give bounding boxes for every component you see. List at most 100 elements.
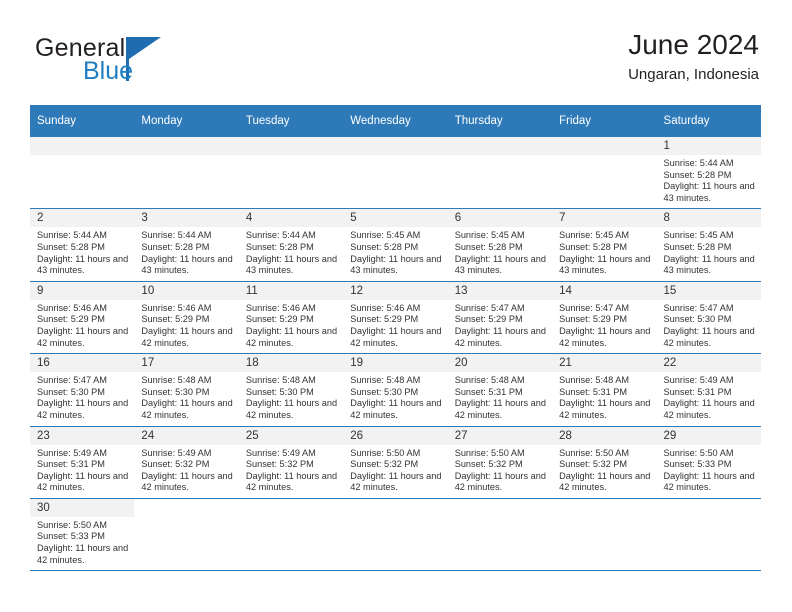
daylight-text: Daylight: 11 hours and 43 minutes.	[663, 253, 755, 276]
calendar-day-cell[interactable]: 25 Sunrise: 5:49 AM Sunset: 5:32 PM Dayligh…	[238, 426, 344, 499]
calendar-day-cell[interactable]: 28 Sunrise: 5:50 AM Sunset: 5:32 PM Dayligh…	[552, 426, 657, 499]
calendar-day-cell[interactable]: 19 Sunrise: 5:48 AM Sunset: 5:30 PM Dayligh…	[343, 353, 448, 427]
daylight-text: Daylight: 11 hours and 43 minutes.	[559, 253, 651, 276]
calendar-day-cell[interactable]: 30 Sunrise: 5:50 AM Sunset: 5:33 PM Dayligh…	[30, 498, 135, 572]
day-number: 10	[134, 281, 239, 300]
calendar-day-cell[interactable]: 21 Sunrise: 5:48 AM Sunset: 5:31 PM Dayligh…	[552, 353, 657, 427]
day-details: Sunrise: 5:44 AM Sunset: 5:28 PM Daylight:…	[657, 155, 761, 208]
sunset-text: Sunset: 5:28 PM	[350, 241, 419, 252]
calendar-day-cell[interactable]: 5 Sunrise: 5:45 AM Sunset: 5:28 PM Daylight…	[343, 208, 448, 282]
calendar-day-cell-empty	[343, 137, 448, 210]
sunset-text: Sunset: 5:31 PM	[37, 459, 105, 470]
sunrise-text: Sunrise: 5:49 AM	[141, 447, 212, 458]
day-details: Sunrise: 5:45 AM Sunset: 5:28 PM Daylight:…	[448, 227, 552, 280]
day-number: 3	[134, 209, 239, 228]
calendar-day-cell-empty	[656, 498, 761, 572]
sunrise-text: Sunrise: 5:44 AM	[245, 230, 316, 241]
day-number	[134, 137, 239, 155]
daylight-text: Daylight: 11 hours and 42 minutes.	[37, 470, 129, 493]
day-number	[552, 499, 656, 517]
weekday-header-saturday: Saturday	[656, 105, 761, 137]
calendar-day-cell[interactable]: 23 Sunrise: 5:49 AM Sunset: 5:31 PM Dayligh…	[30, 426, 135, 499]
sunrise-text: Sunrise: 5:46 AM	[141, 302, 212, 313]
calendar-day-cell[interactable]: 2 Sunrise: 5:44 AM Sunset: 5:28 PM Daylight…	[30, 208, 135, 282]
calendar-day-cell[interactable]: 11 Sunrise: 5:46 AM Sunset: 5:29 PM Dayligh…	[238, 281, 344, 355]
day-number: 30	[30, 498, 135, 517]
calendar-day-cell[interactable]: 17 Sunrise: 5:48 AM Sunset: 5:30 PM Dayligh…	[134, 353, 239, 427]
calendar-body: 1 Sunrise: 5:44 AM Sunset: 5:28 PM Daylight…	[30, 137, 761, 572]
logo-text-blue: Blue	[83, 57, 134, 85]
sunrise-text: Sunrise: 5:48 AM	[559, 375, 630, 386]
calendar-day-cell[interactable]: 27 Sunrise: 5:50 AM Sunset: 5:32 PM Dayligh…	[447, 426, 553, 499]
calendar-day-cell[interactable]: 18 Sunrise: 5:48 AM Sunset: 5:30 PM Dayligh…	[238, 353, 344, 427]
calendar-day-cell[interactable]: 6 Sunrise: 5:45 AM Sunset: 5:28 PM Daylight…	[447, 208, 553, 282]
day-number: 26	[343, 426, 448, 445]
sunset-text: Sunset: 5:31 PM	[454, 386, 523, 397]
sunrise-text: Sunrise: 5:48 AM	[245, 375, 316, 386]
calendar-day-cell[interactable]: 16 Sunrise: 5:47 AM Sunset: 5:30 PM Dayligh…	[30, 353, 135, 427]
day-number: 18	[238, 354, 344, 373]
sunrise-text: Sunrise: 5:47 AM	[559, 302, 630, 313]
sunset-text: Sunset: 5:28 PM	[559, 241, 628, 252]
calendar-day-cell[interactable]: 9 Sunrise: 5:46 AM Sunset: 5:29 PM Daylight…	[30, 281, 135, 355]
sunrise-text: Sunrise: 5:50 AM	[559, 447, 630, 458]
day-number	[134, 499, 238, 517]
day-number: 11	[238, 281, 344, 300]
sunset-text: Sunset: 5:32 PM	[454, 459, 523, 470]
calendar-week-row: 16 Sunrise: 5:47 AM Sunset: 5:30 PM Dayligh…	[30, 353, 761, 427]
day-details: Sunrise: 5:47 AM Sunset: 5:30 PM Daylight:…	[657, 300, 761, 353]
sunrise-text: Sunrise: 5:50 AM	[454, 447, 525, 458]
daylight-text: Daylight: 11 hours and 43 minutes.	[350, 253, 442, 276]
calendar-day-cell[interactable]: 3 Sunrise: 5:44 AM Sunset: 5:28 PM Daylight…	[134, 208, 239, 282]
calendar-day-cell[interactable]: 1 Sunrise: 5:44 AM Sunset: 5:28 PM Daylight…	[656, 137, 761, 210]
calendar-day-cell[interactable]: 15 Sunrise: 5:47 AM Sunset: 5:30 PM Dayligh…	[656, 281, 761, 355]
calendar-day-cell-empty	[343, 498, 448, 572]
day-number: 27	[447, 426, 553, 445]
sunrise-text: Sunrise: 5:50 AM	[37, 519, 107, 530]
weekday-header-tuesday: Tuesday	[238, 105, 344, 137]
sunrise-text: Sunrise: 5:44 AM	[663, 158, 734, 168]
day-number: 15	[656, 281, 761, 300]
sunrise-text: Sunrise: 5:50 AM	[350, 447, 421, 458]
sunrise-text: Sunrise: 5:46 AM	[350, 302, 421, 313]
sunset-text: Sunset: 5:29 PM	[37, 314, 105, 325]
day-number: 21	[552, 354, 657, 373]
calendar-day-cell[interactable]: 4 Sunrise: 5:44 AM Sunset: 5:28 PM Daylight…	[238, 208, 344, 282]
title-block: June 2024 Ungaran, Indonesia	[628, 28, 759, 86]
sunset-text: Sunset: 5:31 PM	[559, 386, 628, 397]
calendar-day-cell[interactable]: 26 Sunrise: 5:50 AM Sunset: 5:32 PM Dayligh…	[343, 426, 448, 499]
calendar-day-cell[interactable]: 22 Sunrise: 5:49 AM Sunset: 5:31 PM Dayligh…	[656, 353, 761, 427]
sunrise-text: Sunrise: 5:47 AM	[454, 302, 525, 313]
calendar-week-row: 30 Sunrise: 5:50 AM Sunset: 5:33 PM Dayligh…	[30, 498, 761, 572]
sunset-text: Sunset: 5:33 PM	[37, 531, 105, 542]
day-number	[239, 499, 343, 517]
calendar-day-cell[interactable]: 12 Sunrise: 5:46 AM Sunset: 5:29 PM Dayligh…	[343, 281, 448, 355]
day-details: Sunrise: 5:45 AM Sunset: 5:28 PM Daylight:…	[552, 227, 656, 280]
calendar-day-cell-empty	[134, 137, 239, 210]
day-details: Sunrise: 5:48 AM Sunset: 5:31 PM Daylight:…	[552, 372, 656, 425]
daylight-text: Daylight: 11 hours and 43 minutes.	[245, 253, 338, 276]
calendar-day-cell[interactable]: 29 Sunrise: 5:50 AM Sunset: 5:33 PM Dayligh…	[656, 426, 761, 499]
calendar-day-cell-empty	[552, 137, 657, 210]
calendar-day-cell-empty	[30, 137, 135, 210]
sunrise-text: Sunrise: 5:46 AM	[37, 302, 107, 313]
sunset-text: Sunset: 5:29 PM	[559, 314, 628, 325]
calendar-day-cell[interactable]: 20 Sunrise: 5:48 AM Sunset: 5:31 PM Dayligh…	[447, 353, 553, 427]
day-number	[343, 137, 448, 155]
calendar-day-cell[interactable]: 8 Sunrise: 5:45 AM Sunset: 5:28 PM Daylight…	[656, 208, 761, 282]
calendar-day-cell[interactable]: 24 Sunrise: 5:49 AM Sunset: 5:32 PM Dayligh…	[134, 426, 239, 499]
daylight-text: Daylight: 11 hours and 42 minutes.	[454, 398, 546, 420]
calendar-day-cell[interactable]: 14 Sunrise: 5:47 AM Sunset: 5:29 PM Dayligh…	[552, 281, 657, 355]
weekday-header-wednesday: Wednesday	[343, 105, 448, 137]
logo-triangle-icon	[129, 37, 161, 59]
calendar-day-cell[interactable]: 10 Sunrise: 5:46 AM Sunset: 5:29 PM Dayligh…	[134, 281, 239, 355]
day-number: 14	[552, 281, 657, 300]
sunset-text: Sunset: 5:30 PM	[245, 386, 314, 397]
calendar-day-cell[interactable]: 7 Sunrise: 5:45 AM Sunset: 5:28 PM Daylight…	[552, 208, 657, 282]
daylight-text: Daylight: 11 hours and 42 minutes.	[663, 470, 755, 493]
day-number	[238, 137, 344, 155]
calendar-day-cell[interactable]: 13 Sunrise: 5:47 AM Sunset: 5:29 PM Dayligh…	[447, 281, 553, 355]
sunset-text: Sunset: 5:29 PM	[350, 314, 419, 325]
day-details: Sunrise: 5:50 AM Sunset: 5:32 PM Daylight:…	[343, 445, 447, 498]
daylight-text: Daylight: 11 hours and 42 minutes.	[141, 398, 233, 420]
